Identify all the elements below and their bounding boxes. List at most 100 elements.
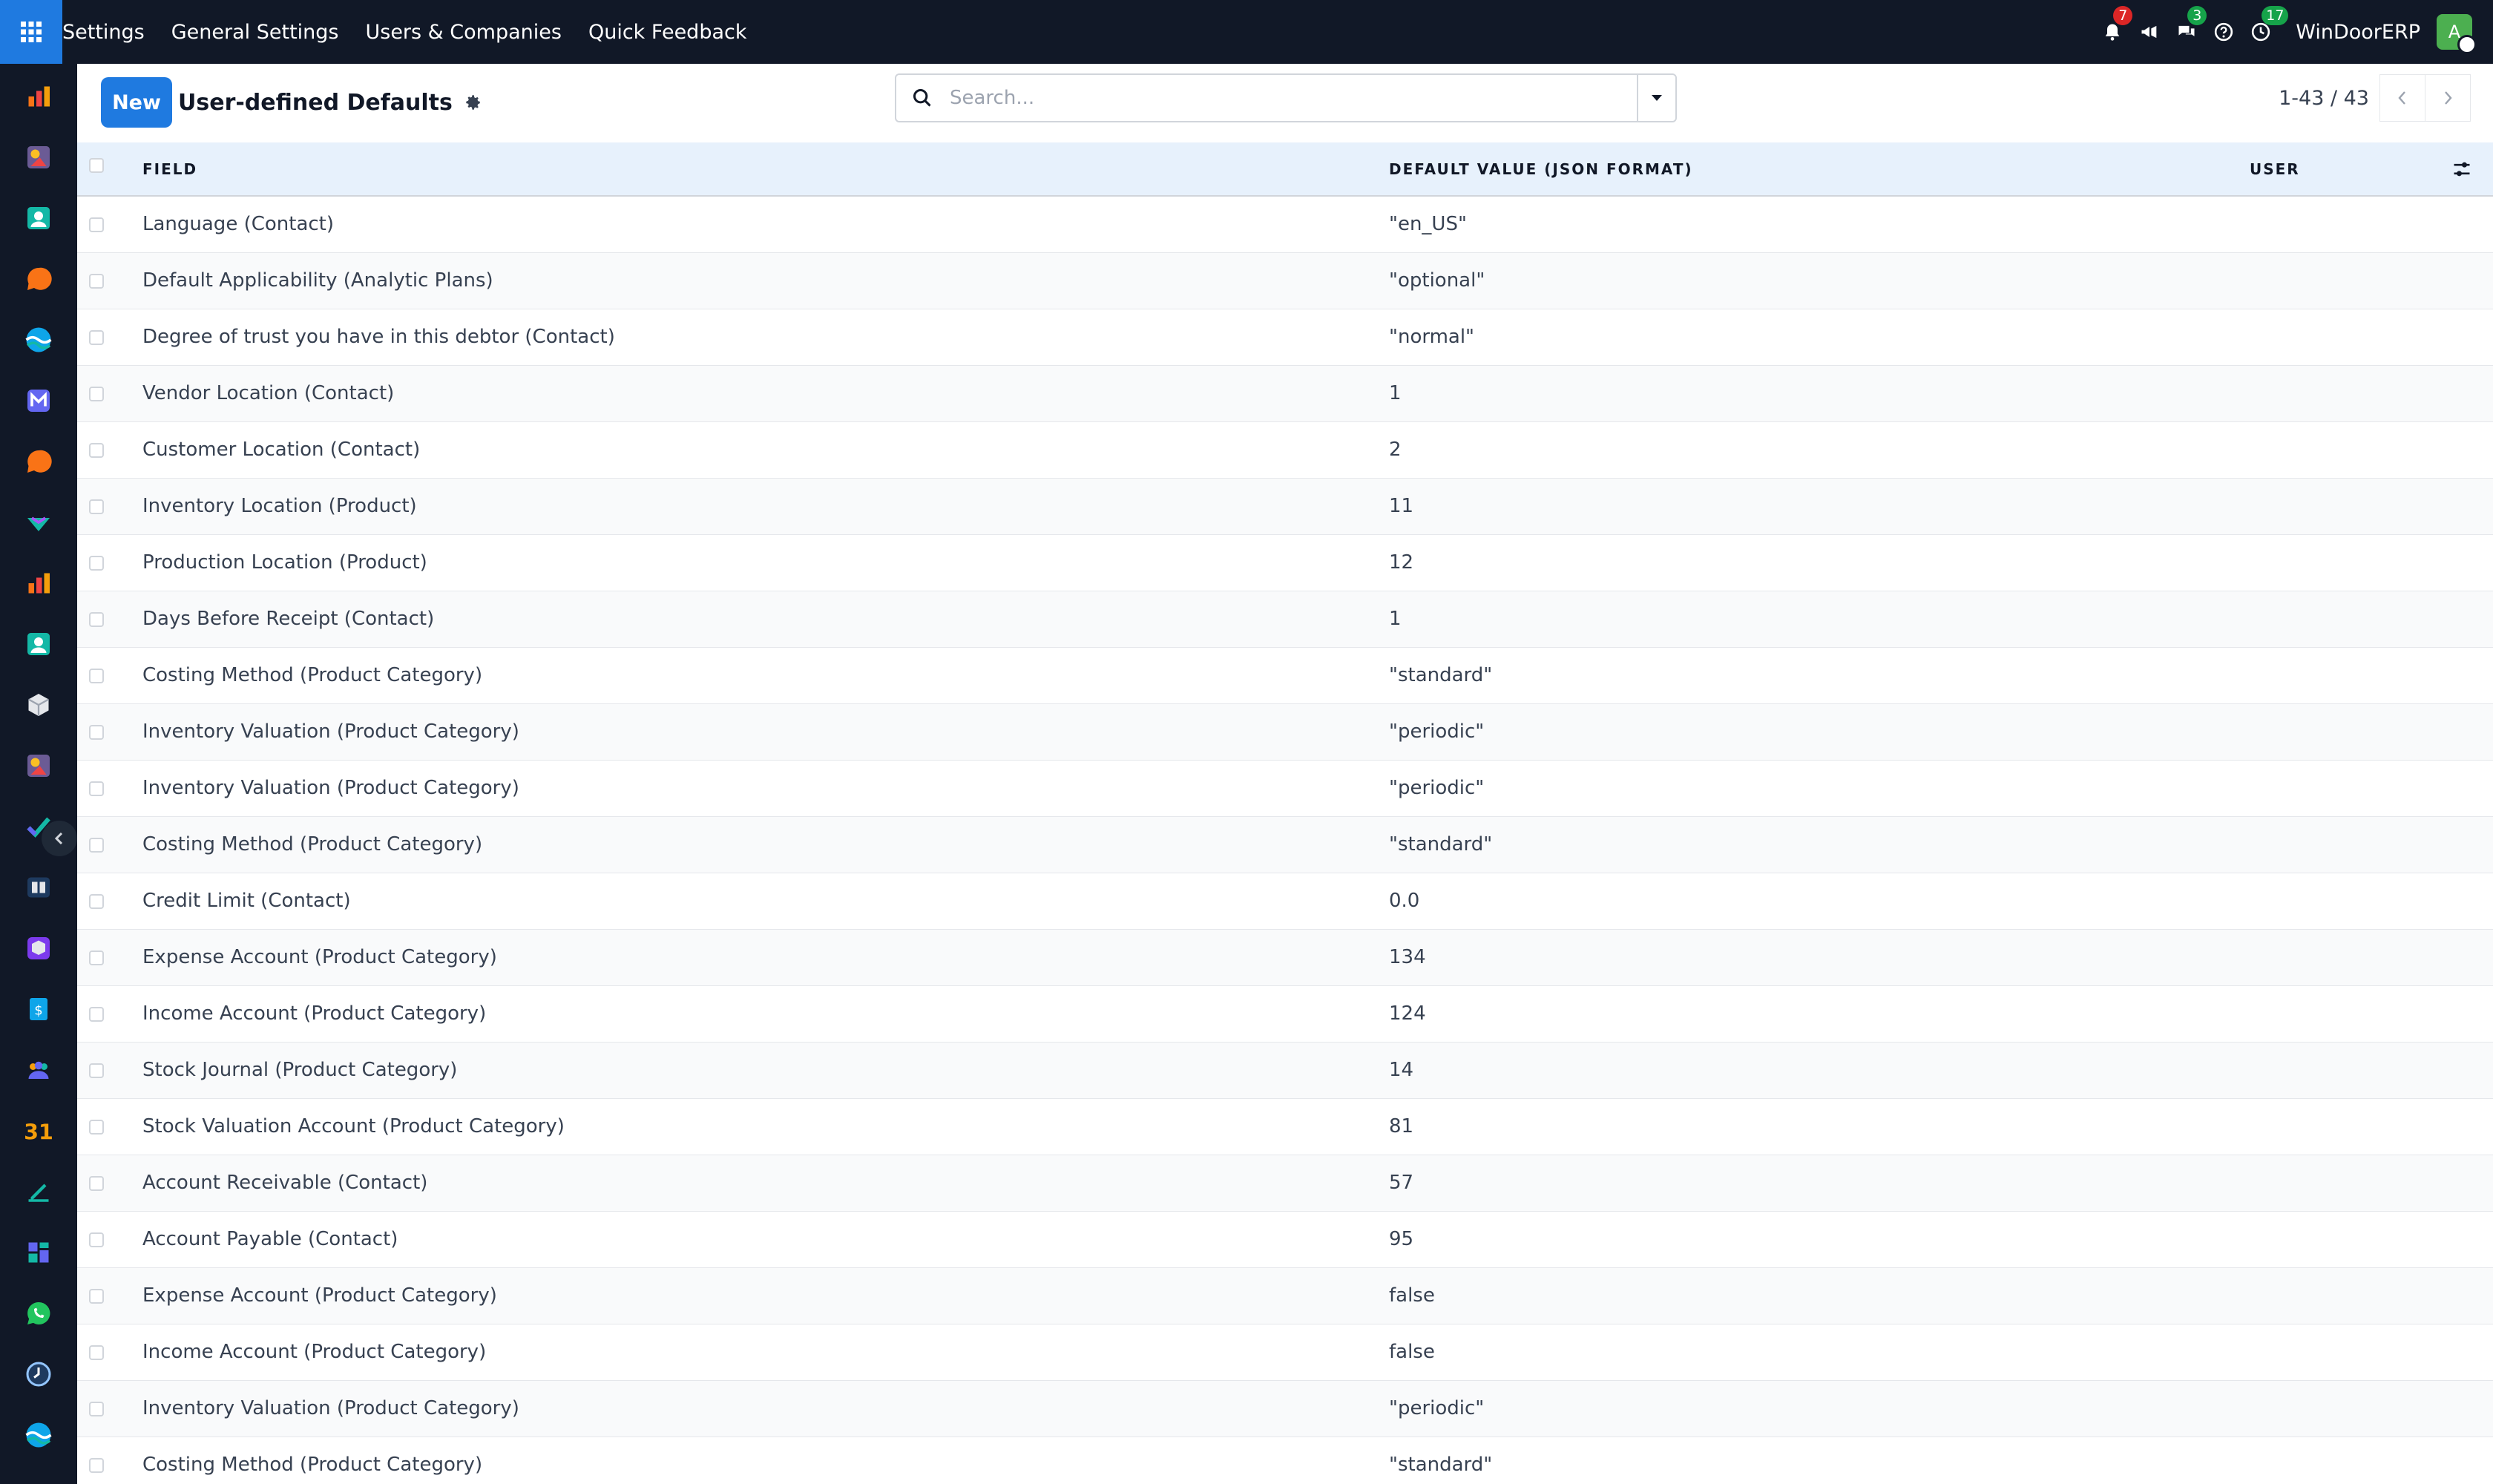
dock-invoicing[interactable]: $: [22, 993, 55, 1025]
pager-previous-button[interactable]: [2379, 74, 2425, 122]
menu-general-settings[interactable]: General Settings: [171, 21, 339, 44]
dock-sign[interactable]: [22, 1175, 55, 1208]
cell-user[interactable]: [2250, 1098, 2428, 1155]
table-row[interactable]: Inventory Location (Product) 11: [77, 478, 2493, 535]
row-checkbox[interactable]: [89, 893, 104, 909]
search-icon[interactable]: [896, 88, 948, 108]
dock-mail[interactable]: [22, 384, 55, 417]
row-checkbox[interactable]: [89, 781, 104, 796]
cell-default-value[interactable]: 1: [1389, 591, 2250, 648]
cell-default-value[interactable]: "standard": [1389, 816, 2250, 873]
cell-user[interactable]: [2250, 478, 2428, 535]
cell-field[interactable]: Credit Limit (Contact): [142, 873, 1389, 930]
cell-user[interactable]: [2250, 929, 2428, 986]
cell-field[interactable]: Income Account (Product Category): [142, 1324, 1389, 1381]
table-row[interactable]: Expense Account (Product Category) false: [77, 1267, 2493, 1324]
dock-inventory[interactable]: [22, 689, 55, 721]
cell-user[interactable]: [2250, 873, 2428, 930]
cell-field[interactable]: Stock Journal (Product Category): [142, 1042, 1389, 1099]
row-checkbox[interactable]: [89, 273, 104, 289]
cell-default-value[interactable]: 12: [1389, 534, 2250, 591]
gear-icon[interactable]: [463, 93, 482, 112]
cell-user[interactable]: [2250, 1267, 2428, 1324]
cell-user[interactable]: [2250, 1324, 2428, 1381]
cell-default-value[interactable]: "optional": [1389, 252, 2250, 309]
cell-default-value[interactable]: 57: [1389, 1155, 2250, 1212]
table-row[interactable]: Stock Valuation Account (Product Categor…: [77, 1098, 2493, 1155]
column-header-user[interactable]: USER: [2250, 142, 2428, 197]
cell-default-value[interactable]: 81: [1389, 1098, 2250, 1155]
cell-default-value[interactable]: "en_US": [1389, 196, 2250, 253]
row-checkbox[interactable]: [89, 1288, 104, 1304]
cell-user[interactable]: [2250, 1211, 2428, 1268]
table-row[interactable]: Vendor Location (Contact) 1: [77, 365, 2493, 422]
row-checkbox[interactable]: [89, 1345, 104, 1360]
dock-calendar[interactable]: 31: [22, 1114, 55, 1147]
table-row[interactable]: Degree of trust you have in this debtor …: [77, 309, 2493, 366]
cell-field[interactable]: Costing Method (Product Category): [142, 647, 1389, 704]
cell-field[interactable]: Inventory Valuation (Product Category): [142, 760, 1389, 817]
row-checkbox[interactable]: [89, 837, 104, 853]
cell-default-value[interactable]: "normal": [1389, 309, 2250, 366]
table-row[interactable]: Account Receivable (Contact) 57: [77, 1155, 2493, 1212]
cell-default-value[interactable]: 11: [1389, 478, 2250, 535]
cell-default-value[interactable]: 124: [1389, 985, 2250, 1043]
cell-user[interactable]: [2250, 196, 2428, 253]
row-checkbox[interactable]: [89, 1006, 104, 1022]
announcements-button[interactable]: [2131, 0, 2168, 64]
table-row[interactable]: Expense Account (Product Category) 134: [77, 929, 2493, 986]
dock-whatsapp[interactable]: [22, 1297, 55, 1330]
row-checkbox[interactable]: [89, 1232, 104, 1247]
row-checkbox[interactable]: [89, 555, 104, 571]
table-row[interactable]: Account Payable (Contact) 95: [77, 1211, 2493, 1268]
cell-field[interactable]: Expense Account (Product Category): [142, 929, 1389, 986]
dock-art-2[interactable]: [22, 749, 55, 782]
row-checkbox[interactable]: [89, 499, 104, 514]
menu-quick-feedback[interactable]: Quick Feedback: [588, 21, 747, 44]
row-checkbox[interactable]: [89, 724, 104, 740]
dock-discuss[interactable]: [22, 263, 55, 295]
cell-user[interactable]: [2250, 252, 2428, 309]
table-row[interactable]: Days Before Receipt (Contact) 1: [77, 591, 2493, 648]
cell-field[interactable]: Inventory Valuation (Product Category): [142, 1380, 1389, 1437]
cell-field[interactable]: Degree of trust you have in this debtor …: [142, 309, 1389, 366]
cell-default-value[interactable]: false: [1389, 1267, 2250, 1324]
column-header-field[interactable]: FIELD: [142, 142, 1389, 197]
row-checkbox[interactable]: [89, 611, 104, 627]
notifications-button[interactable]: 7: [2094, 0, 2133, 64]
dock-employees[interactable]: [22, 628, 55, 660]
row-checkbox[interactable]: [89, 1119, 104, 1135]
row-checkbox[interactable]: [89, 217, 104, 232]
cell-user[interactable]: [2250, 760, 2428, 817]
row-checkbox[interactable]: [89, 1401, 104, 1416]
cell-default-value[interactable]: "periodic": [1389, 703, 2250, 761]
dock-wave-2[interactable]: [22, 1419, 55, 1451]
cell-field[interactable]: Customer Location (Contact): [142, 421, 1389, 479]
dock-sales[interactable]: [22, 80, 55, 113]
cell-user[interactable]: [2250, 1042, 2428, 1099]
menu-users-companies[interactable]: Users & Companies: [365, 21, 561, 44]
row-checkbox[interactable]: [89, 668, 104, 683]
dock-contacts[interactable]: [22, 202, 55, 234]
table-row[interactable]: Income Account (Product Category) 124: [77, 985, 2493, 1043]
table-row[interactable]: Credit Limit (Contact) 0.0: [77, 873, 2493, 930]
cell-user[interactable]: [2250, 703, 2428, 761]
table-row[interactable]: Language (Contact) "en_US": [77, 196, 2493, 253]
pager-range[interactable]: 1-43 / 43: [2279, 87, 2369, 110]
cell-field[interactable]: Inventory Valuation (Product Category): [142, 703, 1389, 761]
cell-field[interactable]: Costing Method (Product Category): [142, 1437, 1389, 1484]
cell-user[interactable]: [2250, 591, 2428, 648]
table-row[interactable]: Inventory Valuation (Product Category) "p…: [77, 1380, 2493, 1437]
cell-field[interactable]: Expense Account (Product Category): [142, 1267, 1389, 1324]
cell-field[interactable]: Account Receivable (Contact): [142, 1155, 1389, 1212]
cell-user[interactable]: [2250, 534, 2428, 591]
help-button[interactable]: [2205, 0, 2242, 64]
cell-field[interactable]: Days Before Receipt (Contact): [142, 591, 1389, 648]
table-row[interactable]: Inventory Valuation (Product Category) "p…: [77, 703, 2493, 761]
cell-user[interactable]: [2250, 421, 2428, 479]
table-row[interactable]: Costing Method (Product Category) "standa…: [77, 816, 2493, 873]
cell-default-value[interactable]: 1: [1389, 365, 2250, 422]
select-all-checkbox[interactable]: [89, 158, 104, 173]
search-options-toggle[interactable]: [1637, 75, 1675, 121]
row-checkbox[interactable]: [89, 442, 104, 458]
